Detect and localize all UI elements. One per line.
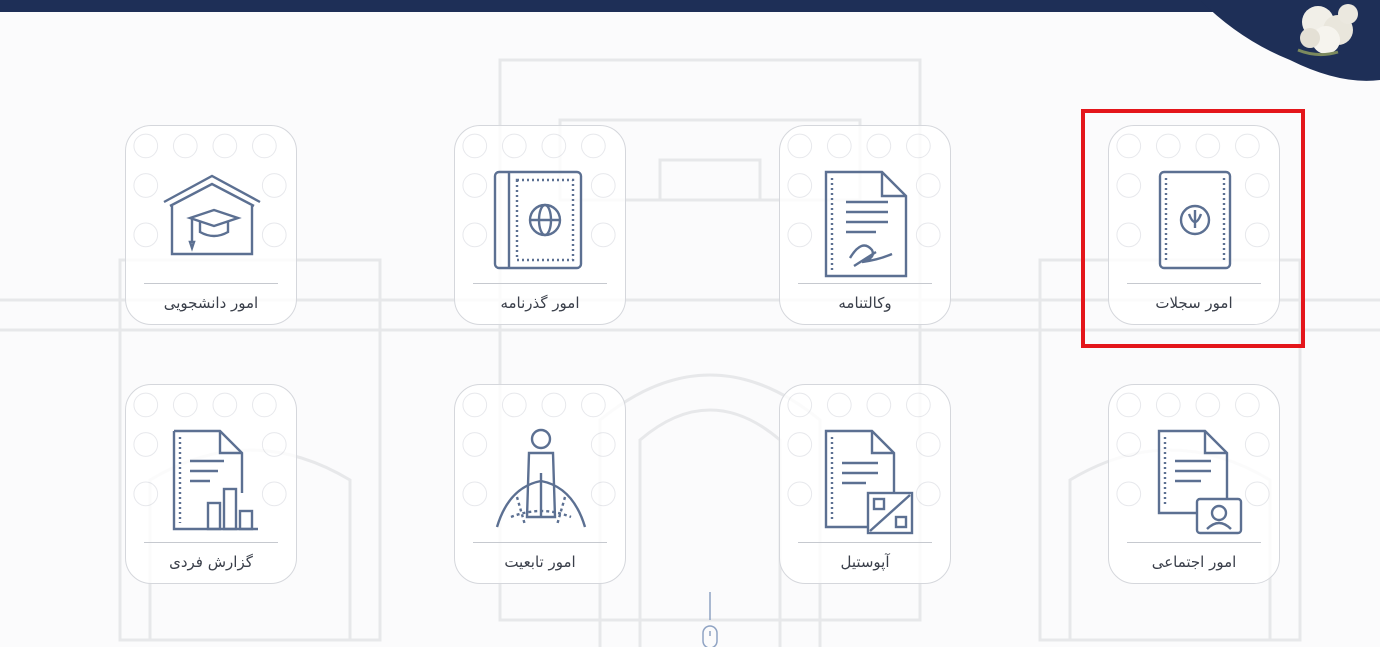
service-tile-passport[interactable]: امور گذرنامه: [454, 125, 626, 325]
tile-label: امور گذرنامه: [500, 294, 580, 312]
tile-divider: [144, 542, 278, 543]
tile-divider: [1127, 542, 1261, 543]
tile-label: امور دانشجویی: [163, 294, 259, 312]
service-tile-records[interactable]: امور سجلات: [1108, 125, 1280, 325]
tile-label: امور اجتماعی: [1151, 553, 1237, 571]
document-person-card-icon: [1157, 429, 1243, 535]
tile-divider: [798, 542, 932, 543]
flower-decoration-icon: [1297, 4, 1358, 57]
service-tile-individual-report[interactable]: گزارش فردی: [125, 384, 297, 584]
tile-divider: [798, 283, 932, 284]
tile-divider: [144, 283, 278, 284]
graduation-cap-house-icon: [163, 174, 261, 256]
service-tile-power-of-attorney[interactable]: وکالتنامه: [779, 125, 951, 325]
tile-label: گزارش فردی: [169, 553, 253, 571]
tile-label: امور تابعیت: [504, 553, 576, 571]
tile-divider: [473, 542, 607, 543]
document-stamp-icon: [824, 429, 914, 535]
services-page: امور سجلات وکالتنامه امور گذرنامه امور د…: [0, 0, 1380, 647]
service-tile-apostille[interactable]: آپوستیل: [779, 384, 951, 584]
service-tile-student-affairs[interactable]: امور دانشجویی: [125, 125, 297, 325]
tile-label: وکالتنامه: [838, 294, 892, 312]
signed-document-icon: [824, 170, 908, 278]
tile-label: آپوستیل: [840, 553, 890, 571]
service-tile-citizenship[interactable]: امور تابعیت: [454, 384, 626, 584]
top-header-bar: [0, 0, 1380, 12]
tile-divider: [473, 283, 607, 284]
scroll-down-mouse-icon[interactable]: [700, 592, 720, 647]
passport-globe-icon: [493, 170, 583, 270]
iran-emblem-book-icon: [1158, 170, 1232, 270]
tile-divider: [1127, 283, 1261, 284]
tile-label: امور سجلات: [1155, 294, 1233, 312]
document-bar-chart-icon: [172, 429, 258, 531]
person-globe-icon: [495, 428, 587, 528]
service-tile-social-affairs[interactable]: امور اجتماعی: [1108, 384, 1280, 584]
